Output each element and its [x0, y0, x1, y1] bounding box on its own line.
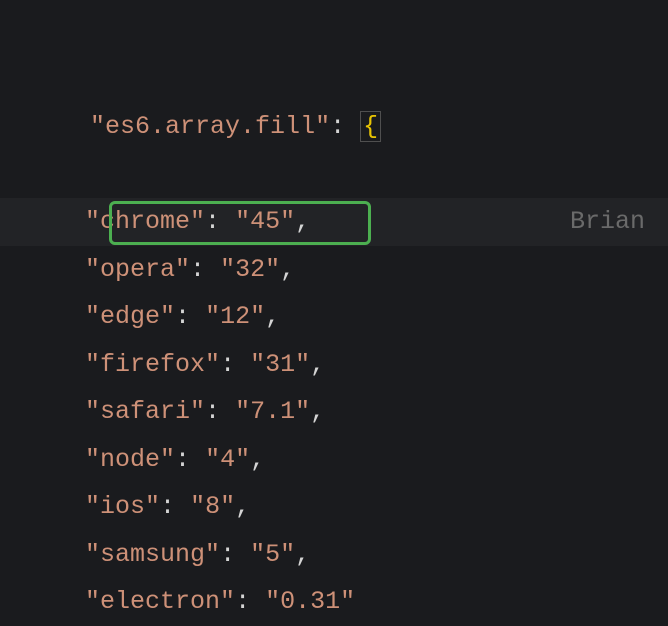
entry-line: "ios": "8",: [30, 483, 668, 531]
entry-key: firefox: [100, 350, 205, 379]
blame-annotation: Brian: [570, 198, 660, 246]
entry-key: node: [100, 445, 160, 474]
entry-line: "firefox": "31",: [30, 341, 668, 389]
entry-value: 4: [220, 445, 235, 474]
entry-key: ios: [100, 492, 145, 521]
entry-key: opera: [100, 255, 175, 284]
entry-line: "node": "4",: [30, 436, 668, 484]
entry-value: 32: [235, 255, 265, 284]
entry-line: "samsung": "5",: [30, 531, 668, 579]
entry-key: safari: [100, 397, 190, 426]
root-key-line: "es6.array.fill": {: [30, 8, 668, 198]
entry-value: 8: [205, 492, 220, 521]
entry-value: 5: [265, 540, 280, 569]
entry-value: 0.31: [280, 587, 340, 616]
entry-line: "safari": "7.1",: [30, 388, 668, 436]
entry-line: "edge": "12",: [30, 293, 668, 341]
entry-key: electron: [100, 587, 220, 616]
entry-key: samsung: [100, 540, 205, 569]
entry-key: chrome: [100, 207, 190, 236]
entry-line: "electron": "0.31": [30, 578, 668, 626]
entry-line: "opera": "32",: [30, 246, 668, 294]
entry-value: 12: [220, 302, 250, 331]
entry-line: Brian "chrome": "45",: [30, 198, 668, 246]
entry-value: 31: [265, 350, 295, 379]
root-key: es6.array.fill: [105, 112, 315, 141]
opening-brace: {: [360, 111, 381, 142]
entry-key: edge: [100, 302, 160, 331]
entry-value: 45: [250, 207, 280, 236]
entry-value: 7.1: [250, 397, 295, 426]
